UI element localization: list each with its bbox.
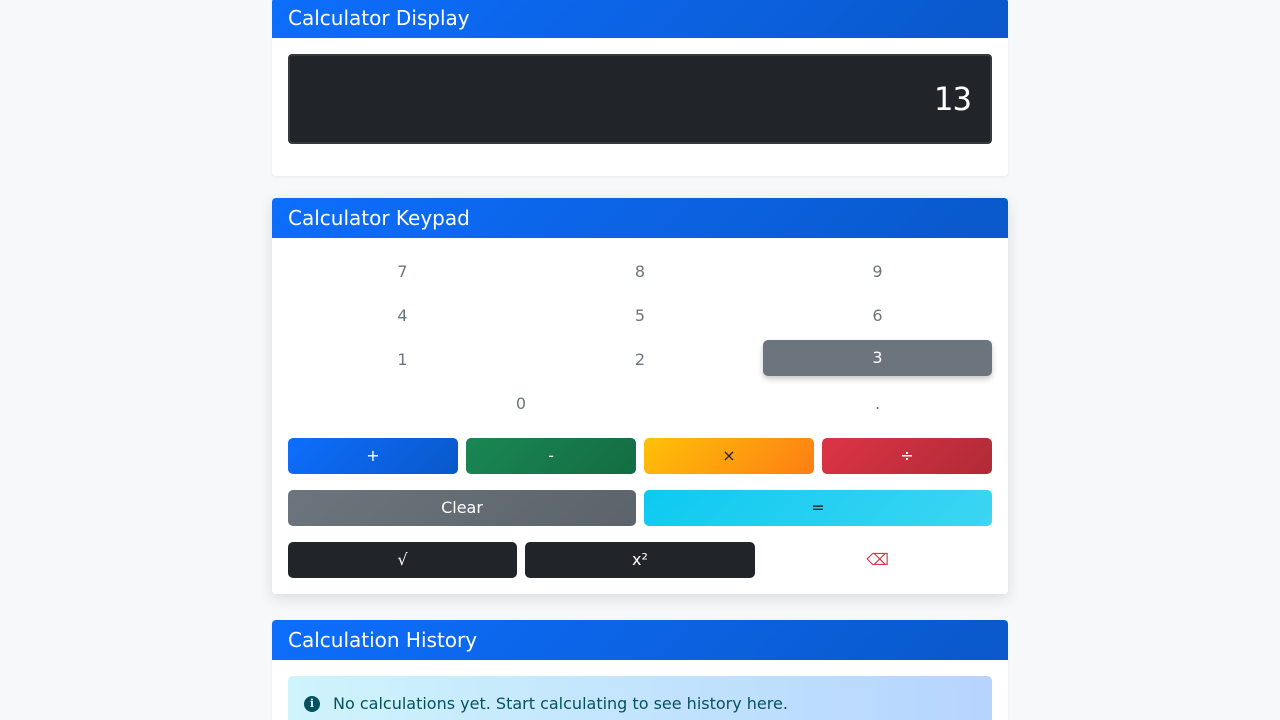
key-2[interactable]: 2 [525,342,755,378]
info-icon: i [304,696,320,712]
equals-button[interactable]: = [644,490,992,526]
square-button[interactable]: x² [525,542,755,578]
history-empty-message: No calculations yet. Start calculating t… [333,694,788,713]
subtract-button[interactable]: - [466,438,636,474]
divide-button[interactable]: ÷ [822,438,992,474]
key-decimal[interactable]: . [763,386,992,422]
multiply-button[interactable]: × [644,438,814,474]
backspace-button[interactable]: ⌫ [763,542,992,578]
add-button[interactable]: + [288,438,458,474]
history-empty-alert: i No calculations yet. Start calculating… [288,676,992,720]
key-6[interactable]: 6 [763,298,992,334]
history-card-header: Calculation History [272,620,1008,660]
keypad-card: Calculator Keypad 7 8 9 4 5 6 1 2 3 0 . … [272,198,1008,594]
keypad-card-header: Calculator Keypad [272,198,1008,238]
key-8[interactable]: 8 [525,254,755,290]
key-9[interactable]: 9 [763,254,992,290]
key-4[interactable]: 4 [288,298,517,334]
clear-button[interactable]: Clear [288,490,636,526]
display-card: Calculator Display 13 [272,0,1008,176]
history-card: Calculation History i No calculations ye… [272,620,1008,720]
key-5[interactable]: 5 [525,298,755,334]
key-3[interactable]: 3 [763,340,992,376]
calculator-display: 13 [288,54,992,144]
display-card-header: Calculator Display [272,0,1008,38]
key-7[interactable]: 7 [288,254,517,290]
square-root-button[interactable]: √ [288,542,517,578]
key-0[interactable]: 0 [288,386,754,422]
key-1[interactable]: 1 [288,342,517,378]
